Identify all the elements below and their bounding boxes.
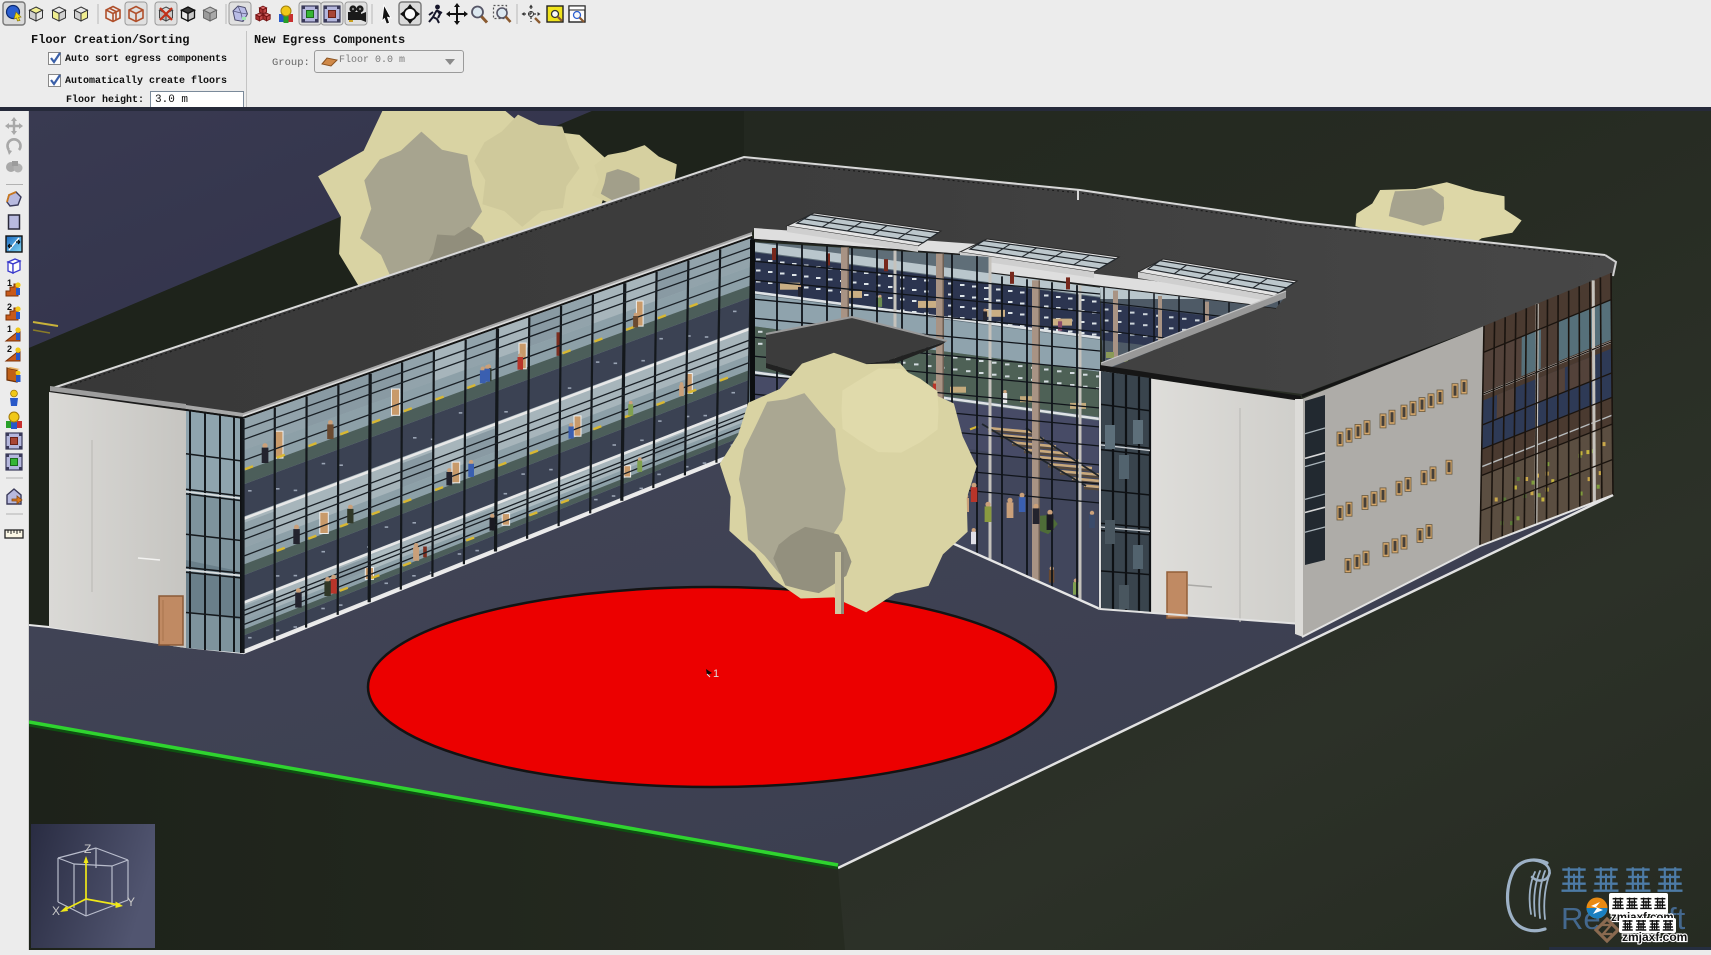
svg-text:1: 1 bbox=[713, 668, 719, 680]
svg-text:1: 1 bbox=[7, 278, 12, 288]
svg-text:1: 1 bbox=[7, 324, 12, 334]
svg-text:zmjaxf.com: zmjaxf.com bbox=[1622, 930, 1687, 944]
svg-text:X: X bbox=[52, 904, 60, 918]
svg-text:2: 2 bbox=[7, 344, 12, 354]
svg-text:Z: Z bbox=[84, 842, 91, 856]
svg-text:2: 2 bbox=[7, 302, 12, 312]
svg-text:Y: Y bbox=[127, 895, 135, 909]
